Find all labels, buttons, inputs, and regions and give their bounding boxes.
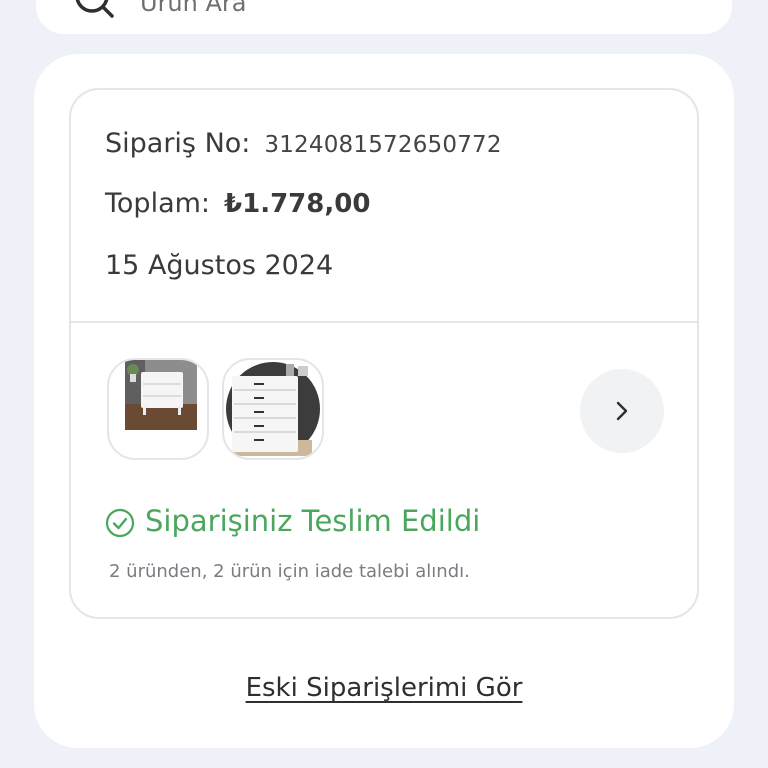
card-divider — [71, 321, 697, 323]
order-number-row: Sipariş No: 3124081572650772 — [105, 128, 502, 159]
search-placeholder[interactable]: Ürün Ara — [140, 0, 246, 17]
order-number-label: Sipariş No: — [105, 128, 251, 159]
chevron-right-icon — [616, 401, 628, 421]
orders-panel: Sipariş No: 3124081572650772 Toplam: ₺1.77… — [34, 54, 734, 748]
order-total-value: ₺1.778,00 — [224, 189, 371, 219]
next-button[interactable] — [580, 369, 664, 453]
search-bar[interactable]: Ürün Ara — [36, 0, 732, 34]
old-orders-link[interactable]: Eski Siparişlerimi Gör — [34, 673, 734, 703]
order-date: 15 Ağustos 2024 — [105, 250, 334, 281]
return-request-note: 2 üründen, 2 ürün için iade talebi alınd… — [109, 561, 470, 582]
check-circle-icon — [105, 508, 135, 538]
product-dresser-thumbnail[interactable] — [222, 358, 324, 460]
nightstand-image — [125, 360, 197, 430]
dresser-image — [226, 362, 320, 456]
order-total-label: Toplam: — [105, 188, 211, 219]
order-card[interactable]: Sipariş No: 3124081572650772 Toplam: ₺1.77… — [69, 88, 699, 619]
product-nightstand-thumbnail[interactable] — [107, 358, 209, 460]
order-number-value: 3124081572650772 — [264, 132, 502, 158]
search-icon — [75, 0, 114, 18]
order-total-row: Toplam: ₺1.778,00 — [105, 188, 370, 219]
delivery-status-text: Siparişiniz Teslim Edildi — [145, 504, 481, 538]
